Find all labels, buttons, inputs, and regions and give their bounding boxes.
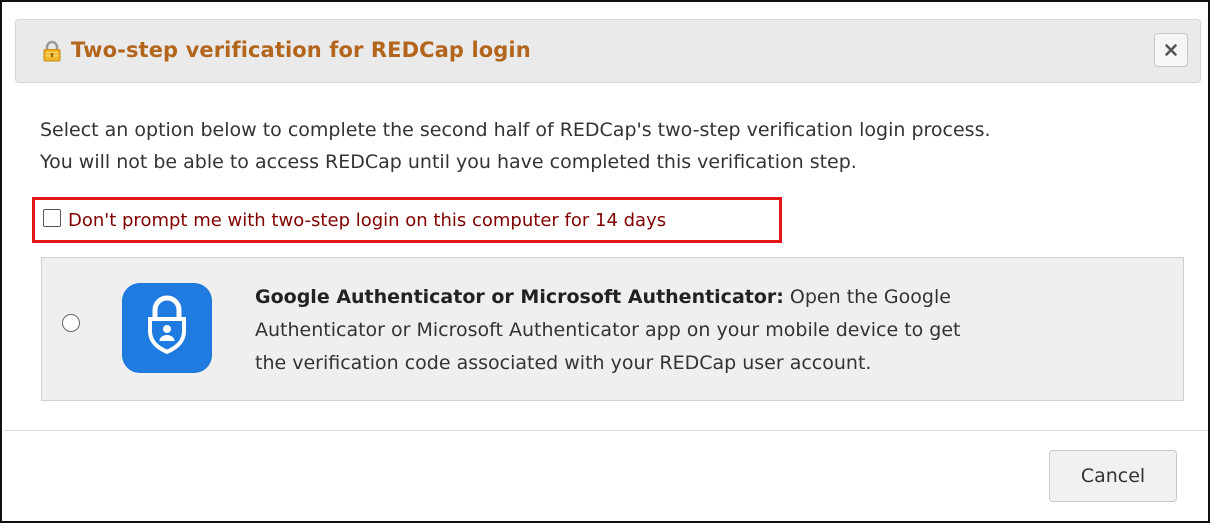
option-desc-line-3: the verification code associated with yo… [255, 352, 872, 374]
option-desc-line-1: Open the Google [783, 286, 951, 308]
two-step-dialog: Two-step verification for REDCap login S… [0, 0, 1210, 523]
intro-line-1: Select an option below to complete the s… [40, 119, 991, 141]
cancel-button[interactable]: Cancel [1049, 450, 1177, 502]
option-radio[interactable] [62, 314, 80, 332]
option-title: Google Authenticator or Microsoft Authen… [255, 286, 784, 308]
footer-divider [4, 430, 1208, 431]
remember-device-highlight: Don't prompt me with two-step login on t… [32, 197, 782, 243]
lock-icon [43, 40, 61, 62]
close-icon [1165, 44, 1177, 56]
remember-device-checkbox[interactable] [43, 209, 61, 227]
option-authenticator-app[interactable]: Google Authenticator or Microsoft Authen… [41, 257, 1184, 401]
authenticator-app-icon [122, 283, 212, 373]
remember-device-label[interactable]: Don't prompt me with two-step login on t… [68, 210, 666, 231]
intro-line-2: You will not be able to access REDCap un… [40, 151, 857, 173]
dialog-title: Two-step verification for REDCap login [71, 38, 531, 62]
dialog-titlebar: Two-step verification for REDCap login [15, 19, 1201, 83]
close-button[interactable] [1154, 33, 1188, 67]
option-description: Google Authenticator or Microsoft Authen… [255, 281, 1155, 380]
option-desc-line-2: Authenticator or Microsoft Authenticator… [255, 319, 961, 341]
intro-text: Select an option below to complete the s… [40, 114, 1200, 178]
